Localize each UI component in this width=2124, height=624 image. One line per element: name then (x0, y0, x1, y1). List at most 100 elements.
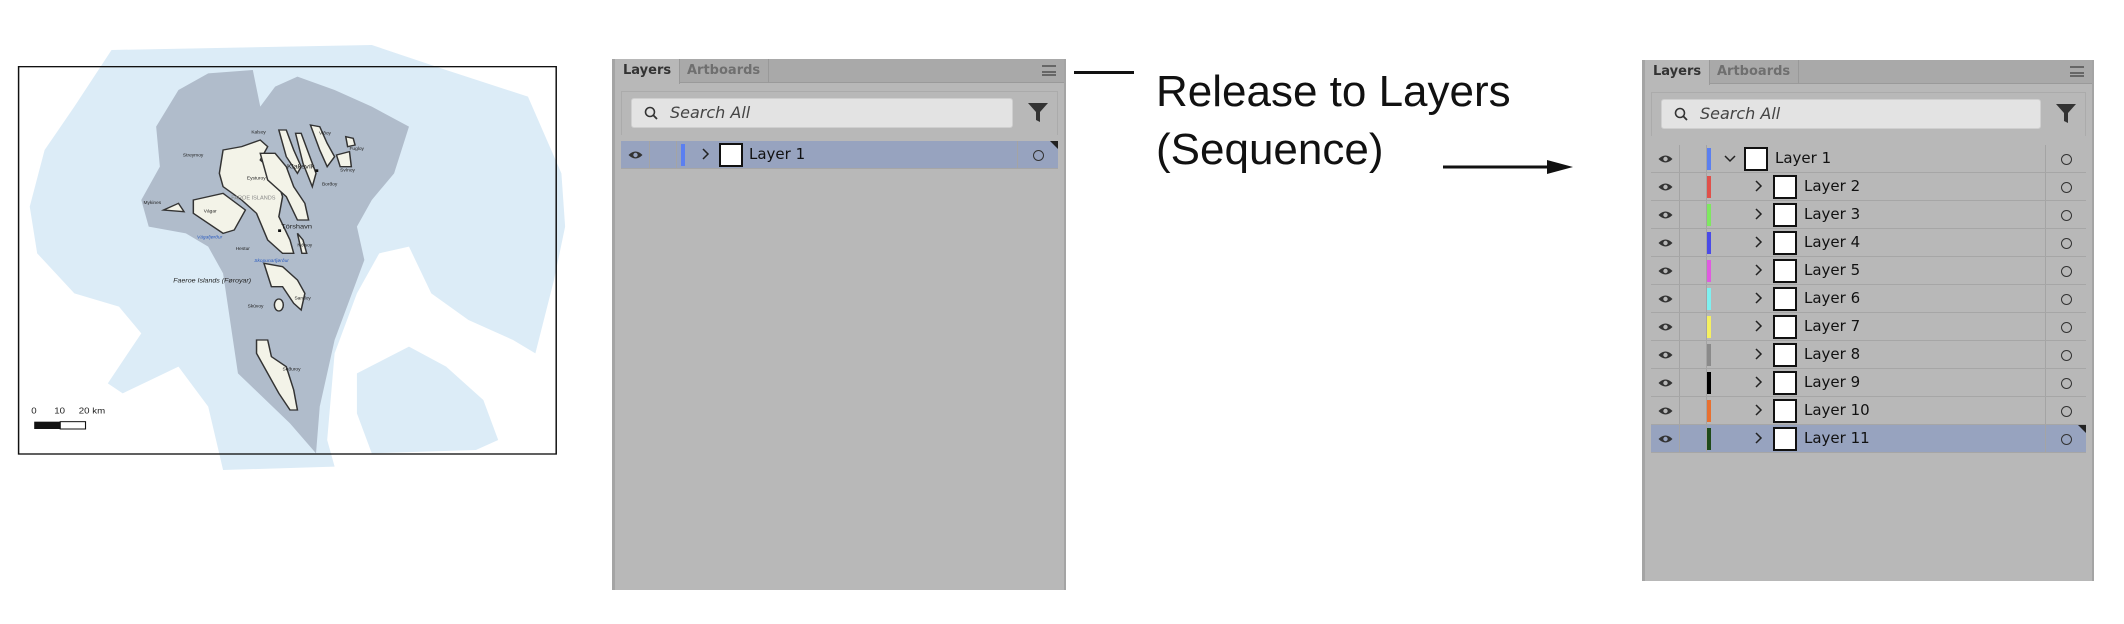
layer-row[interactable]: Layer 3 (1651, 201, 2086, 229)
eye-icon[interactable] (1658, 154, 1673, 164)
layer-color-swatch (1707, 176, 1711, 198)
layer-name: Layer 6 (1804, 289, 1861, 307)
layer-thumbnail (1773, 399, 1797, 423)
panel-tabbar: Layers Artboards (1645, 60, 2092, 85)
search-area: Search All (621, 91, 1058, 135)
chevron-right-icon[interactable] (1753, 320, 1763, 332)
layer-name: Layer 2 (1804, 177, 1861, 195)
layer-name: Layer 8 (1804, 345, 1861, 363)
target-circle-icon[interactable] (1033, 150, 1044, 161)
map-label: Skúvoy (248, 304, 265, 309)
search-input[interactable]: Search All (1661, 99, 2041, 129)
chevron-right-icon[interactable] (1753, 432, 1763, 444)
chevron-right-icon[interactable] (1753, 208, 1763, 220)
eye-icon[interactable] (1658, 322, 1673, 332)
target-circle-icon[interactable] (2061, 210, 2072, 221)
chevron-right-icon[interactable] (700, 148, 710, 160)
map-label: Borðoy (322, 181, 338, 187)
map-label: FAROE ISLANDS (231, 196, 276, 202)
layers-panel-before: Layers Artboards Search All Layer 1 (612, 59, 1066, 590)
layer-name: Layer 5 (1804, 261, 1861, 279)
chevron-right-icon[interactable] (1753, 292, 1763, 304)
chevron-right-icon[interactable] (1753, 376, 1763, 388)
chevron-right-icon[interactable] (1753, 404, 1763, 416)
chevron-down-icon[interactable] (1724, 152, 1736, 164)
layer-thumbnail (1773, 371, 1797, 395)
tab-layers[interactable]: Layers (615, 59, 681, 84)
chevron-right-icon[interactable] (1753, 348, 1763, 360)
target-circle-icon[interactable] (2061, 378, 2072, 389)
chevron-right-icon[interactable] (1753, 264, 1763, 276)
tab-artboards[interactable]: Artboards (1709, 60, 1800, 84)
connector-line (1074, 71, 1134, 74)
target-circle-icon[interactable] (2061, 406, 2072, 417)
map-title: Faeroe Islands (Føroyar) (173, 278, 251, 285)
map-label: Tórshavn (281, 224, 312, 231)
tab-layers[interactable]: Layers (1645, 60, 1711, 85)
map-label: Sandoy (294, 296, 311, 301)
search-icon (1674, 107, 1688, 121)
target-circle-icon[interactable] (2061, 322, 2072, 333)
eye-icon[interactable] (1658, 406, 1673, 416)
layer-row[interactable]: Layer 10 (1651, 397, 2086, 425)
scale-label: 20 km (79, 406, 106, 415)
map-label: Svínoy (340, 168, 355, 173)
map-label: Mykines (144, 200, 162, 205)
layer-thumbnail (1773, 343, 1797, 367)
search-area: Search All (1651, 92, 2086, 136)
eye-icon[interactable] (1658, 266, 1673, 276)
search-input[interactable]: Search All (631, 98, 1013, 128)
filter-icon[interactable] (1027, 101, 1049, 123)
eye-icon[interactable] (1658, 434, 1673, 444)
target-circle-icon[interactable] (2061, 294, 2072, 305)
eye-icon[interactable] (628, 150, 643, 160)
panel-tabbar: Layers Artboards (615, 59, 1064, 84)
layer-row[interactable]: Layer 11 (1651, 425, 2086, 453)
tab-artboards[interactable]: Artboards (679, 59, 770, 83)
target-circle-icon[interactable] (2061, 154, 2072, 165)
scale-label: 10 (54, 406, 65, 415)
target-circle-icon[interactable] (2061, 182, 2072, 193)
target-circle-icon[interactable] (2061, 350, 2072, 361)
target-circle-icon[interactable] (2061, 238, 2072, 249)
layer-row[interactable]: Layer 1 (621, 141, 1058, 169)
layer-row[interactable]: Layer 9 (1651, 369, 2086, 397)
panel-menu-icon[interactable] (1042, 65, 1056, 76)
layer-row[interactable]: Layer 1 (1651, 145, 2086, 173)
map-label: Vágafjørður (197, 235, 223, 240)
eye-icon[interactable] (1658, 210, 1673, 220)
eye-icon[interactable] (1658, 238, 1673, 248)
target-circle-icon[interactable] (2061, 434, 2072, 445)
layer-name: Layer 10 (1804, 401, 1870, 419)
layer-color-swatch (1707, 288, 1711, 310)
layer-name: Layer 9 (1804, 373, 1861, 391)
layer-row[interactable]: Layer 7 (1651, 313, 2086, 341)
layer-row[interactable]: Layer 5 (1651, 257, 2086, 285)
eye-icon[interactable] (1658, 378, 1673, 388)
filter-icon[interactable] (2055, 102, 2077, 124)
layer-color-swatch (1707, 372, 1711, 394)
layer-thumbnail (1773, 259, 1797, 283)
layer-row[interactable]: Layer 6 (1651, 285, 2086, 313)
layer-row[interactable]: Layer 2 (1651, 173, 2086, 201)
layer-row[interactable]: Layer 8 (1651, 341, 2086, 369)
layer-thumbnail (1773, 231, 1797, 255)
chevron-right-icon[interactable] (1753, 236, 1763, 248)
target-circle-icon[interactable] (2061, 266, 2072, 277)
eye-icon[interactable] (1658, 294, 1673, 304)
layer-row[interactable]: Layer 4 (1651, 229, 2086, 257)
panel-menu-icon[interactable] (2070, 66, 2084, 77)
layer-name: Layer 3 (1804, 205, 1861, 223)
layer-name: Layer 11 (1804, 429, 1870, 447)
chevron-right-icon[interactable] (1753, 180, 1763, 192)
layer-name: Layer 7 (1804, 317, 1861, 335)
layer-thumbnail (1773, 203, 1797, 227)
map-label: Eysturoy (247, 176, 267, 181)
layer-color-swatch (1707, 316, 1711, 338)
layer-thumbnail (1773, 287, 1797, 311)
layer-color-swatch (1707, 232, 1711, 254)
map-label: Kalsoy (251, 130, 266, 135)
scale-bar (34, 421, 61, 429)
eye-icon[interactable] (1658, 182, 1673, 192)
eye-icon[interactable] (1658, 350, 1673, 360)
